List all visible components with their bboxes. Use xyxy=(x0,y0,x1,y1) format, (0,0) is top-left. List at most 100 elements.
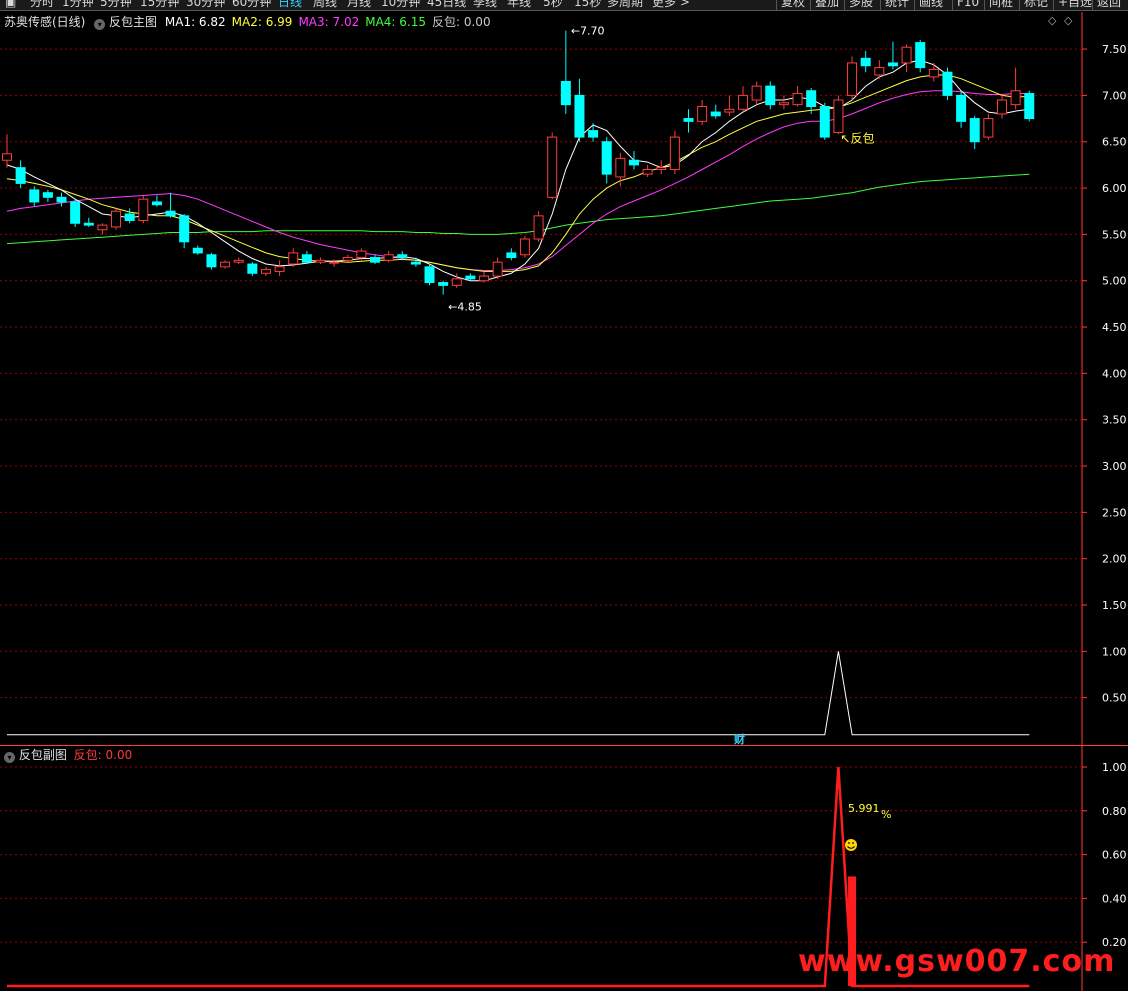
candle-body xyxy=(574,94,585,138)
smiley-eye xyxy=(848,842,850,844)
candle-body xyxy=(751,85,762,101)
candle-body xyxy=(479,275,490,282)
sub-y-tick-label: 0.60 xyxy=(1102,849,1127,862)
candle-body xyxy=(983,118,994,138)
candle-body xyxy=(438,282,449,286)
y-tick-label: 4.00 xyxy=(1102,367,1127,380)
candle-body xyxy=(669,136,680,171)
candle-body xyxy=(151,201,162,206)
y-tick-label: 1.50 xyxy=(1102,599,1127,612)
candle-body xyxy=(928,68,939,78)
candle-body xyxy=(915,42,926,69)
candle-body xyxy=(601,141,612,175)
candle-body xyxy=(1010,90,1021,106)
candle-body xyxy=(738,94,749,110)
candle-body xyxy=(383,254,394,261)
smiley-eye xyxy=(852,842,854,844)
candle-body xyxy=(615,157,626,178)
sub-y-tick-label: 1.00 xyxy=(1102,761,1127,774)
candle-body xyxy=(397,254,408,259)
candle-body xyxy=(83,222,94,226)
candle-body xyxy=(329,261,340,264)
candle-body xyxy=(683,118,694,122)
candle-body xyxy=(492,261,503,277)
candle-body xyxy=(247,263,258,274)
candle-body xyxy=(179,215,190,243)
y-tick-label: 1.00 xyxy=(1102,645,1127,658)
y-tick-label: 3.00 xyxy=(1102,460,1127,473)
candle-body xyxy=(56,196,67,203)
sub-percent-unit: % xyxy=(881,808,891,821)
ma3-line xyxy=(6,90,1030,271)
candle-body xyxy=(315,259,326,263)
candle-body xyxy=(656,167,667,171)
candle-body xyxy=(778,102,789,106)
candle-body xyxy=(710,111,721,117)
candle-body xyxy=(288,252,299,265)
candle-body xyxy=(819,106,830,138)
y-tick-label: 5.00 xyxy=(1102,275,1127,288)
cai-marker: 财 xyxy=(733,732,745,746)
candle-body xyxy=(70,201,81,224)
candle-body xyxy=(547,136,558,198)
candle-body xyxy=(233,259,244,263)
watermark: www.gsw007.com xyxy=(798,944,1116,979)
y-tick-label: 2.50 xyxy=(1102,506,1127,519)
candle-body xyxy=(833,99,844,133)
candle-body xyxy=(765,85,776,106)
candle-body xyxy=(124,213,135,221)
candle-body xyxy=(506,252,517,259)
candle-body xyxy=(301,254,312,263)
candle-body xyxy=(588,130,599,138)
candle-body xyxy=(969,118,980,143)
y-tick-label: 3.50 xyxy=(1102,414,1127,427)
y-tick-label: 7.50 xyxy=(1102,43,1127,56)
sub-y-tick-label: 0.40 xyxy=(1102,892,1127,905)
y-tick-label: 0.50 xyxy=(1102,692,1127,705)
candle-body xyxy=(29,189,40,203)
candle-body xyxy=(370,257,381,263)
candle-body xyxy=(260,269,271,274)
candle-body xyxy=(792,93,803,106)
candle-body xyxy=(1024,93,1035,120)
candle-body xyxy=(996,99,1007,115)
y-tick-label: 6.00 xyxy=(1102,182,1127,195)
y-tick-label: 6.50 xyxy=(1102,136,1127,149)
candle-body xyxy=(465,275,476,280)
candle-body xyxy=(887,62,898,67)
kline-chart[interactable]: 7.50 7.00 6.50 6.00 5.50 5.00 4.50 4.00 3.50 3.00… xyxy=(0,0,1128,991)
candle-body xyxy=(451,278,462,286)
sub-y-tick-label: 0.80 xyxy=(1102,805,1127,818)
candle-body xyxy=(860,57,871,67)
candle-body xyxy=(874,67,885,76)
candle-body xyxy=(42,192,53,198)
y-tick-label: 7.00 xyxy=(1102,89,1127,102)
candle-body xyxy=(628,159,639,166)
candle-body xyxy=(111,210,122,228)
candle-body xyxy=(15,167,26,184)
candle-body xyxy=(220,261,231,268)
candle-body xyxy=(847,62,858,96)
candle-body xyxy=(642,169,653,175)
y-tick-label: 4.50 xyxy=(1102,321,1127,334)
candle-body xyxy=(424,266,435,284)
candle-body xyxy=(410,261,421,265)
candle-body xyxy=(192,247,203,254)
high-label: ←7.70 xyxy=(571,25,605,38)
candle-body xyxy=(519,238,530,256)
signal-spike-line xyxy=(7,651,1030,736)
ma4-line xyxy=(6,173,1030,245)
candle-body xyxy=(138,198,149,221)
fanbao-signal-label: ↖反包 xyxy=(840,131,874,145)
candle-body xyxy=(165,210,176,217)
low-label: ←4.85 xyxy=(448,301,482,314)
sub-percent-value: 5.991 xyxy=(848,802,880,815)
candle-body xyxy=(274,266,285,272)
candle-body xyxy=(356,250,367,259)
candle-body xyxy=(533,215,544,240)
candle-body xyxy=(560,80,571,106)
candle-body xyxy=(342,257,353,261)
candle-body xyxy=(697,106,708,122)
candle-body xyxy=(2,153,12,161)
candle-body xyxy=(97,224,108,231)
